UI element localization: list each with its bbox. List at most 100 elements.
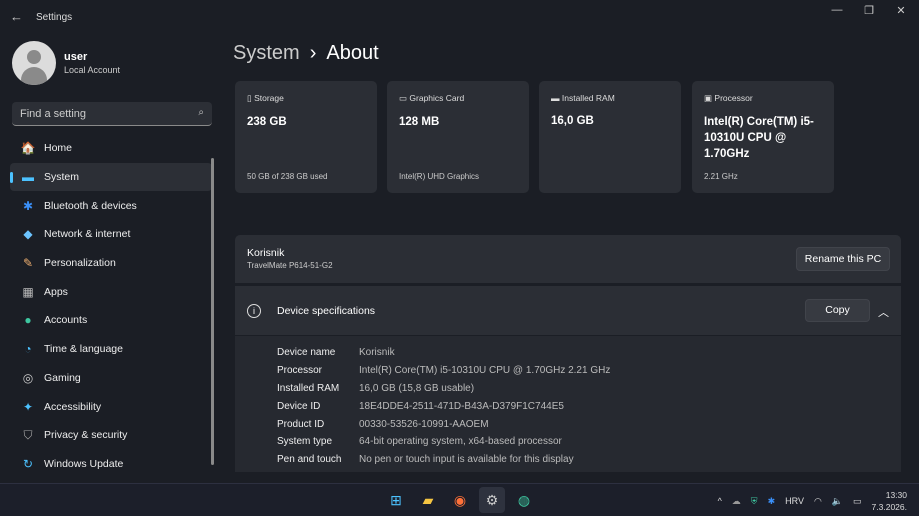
user-profile[interactable]: user Local Account (12, 41, 120, 85)
card-value: Intel(R) Core(TM) i5-10310U CPU @ 1.70GH… (704, 116, 814, 160)
spec-row-pen-and-touch: Pen and touch No pen or touch input is av… (277, 451, 901, 469)
restore-button[interactable]: ❐ (854, 4, 884, 17)
wifi-icon[interactable]: ◠ (814, 496, 822, 507)
windows-update-icon: ↻ (22, 456, 34, 471)
sidebar-item-accessibility[interactable]: ✦ Accessibility (10, 392, 212, 421)
spec-row-processor: Processor Intel(R) Core(TM) i5-10310U CPU… (277, 362, 901, 380)
accounts-icon: ● (24, 313, 32, 328)
defender-icon[interactable]: ⛨ (751, 496, 758, 507)
sidebar-item-label: Time & language (44, 343, 123, 356)
spec-card-storage: ▯ Storage 238 GB 50 GB of 238 GB used (235, 81, 377, 193)
spec-key: Pen and touch (277, 454, 342, 466)
sidebar-item-time-language[interactable]: ◔ Time & language (10, 335, 212, 364)
sidebar-item-label: Windows Update (44, 457, 124, 470)
search-input[interactable]: Find a setting ⌕ (12, 102, 212, 126)
privacy-security-icon: ⛉ (23, 427, 33, 442)
spec-row-system-type: System type 64-bit operating system, x64-… (277, 433, 901, 451)
language-indicator[interactable]: HRV (785, 496, 804, 506)
user-name: user (64, 51, 88, 63)
info-icon: i (247, 303, 261, 318)
card-value: 16,0 GB (551, 115, 594, 127)
spec-key: System type (277, 436, 333, 448)
sidebar-nav: 🏠 Home ▬ System ✱ Bluetooth & devices ◆ Network… (10, 134, 212, 478)
sidebar-item-label: Accounts (44, 314, 88, 327)
sidebar-item-bluetooth-devices[interactable]: ✱ Bluetooth & devices (10, 191, 212, 220)
system-tray: ^ ☁ ⛨ ✱ HRV ◠ 🔈 ▭ 13:30 7.3.2026. (718, 489, 907, 513)
sidebar-item-label: Bluetooth & devices (44, 199, 137, 212)
close-button[interactable]: ✕ (886, 4, 916, 17)
taskbar-settings-icon[interactable]: ⚙ (479, 487, 505, 513)
pc-name: Korisnik (247, 247, 285, 259)
minimize-button[interactable]: — (822, 4, 852, 16)
taskbar-start-icon[interactable]: ⊞ (383, 487, 409, 513)
sidebar-item-label: Gaming (44, 371, 81, 384)
card-label: Processor (714, 93, 753, 103)
sidebar-item-personalization[interactable]: ✎ Personalization (10, 249, 212, 278)
sidebar-item-apps[interactable]: ▦ Apps (10, 277, 212, 306)
network-internet-icon: ◆ (23, 227, 33, 242)
spec-row-installed-ram: Installed RAM 16,0 GB (15,8 GB usable) (277, 380, 901, 398)
clock[interactable]: 13:30 7.3.2026. (872, 489, 907, 513)
spec-value: No pen or touch input is available for t… (359, 454, 574, 466)
search-placeholder: Find a setting (20, 108, 87, 120)
sidebar-item-accounts[interactable]: ● Accounts (10, 306, 212, 335)
pc-model: TravelMate P614-51-G2 (247, 261, 333, 270)
taskbar: ⊞ ▰ ◉ ⚙ ◍ ^ ☁ ⛨ ✱ HRV ◠ 🔈 ▭ 13:30 7.3.2026. (0, 483, 919, 516)
back-button[interactable]: ← (10, 9, 23, 24)
device-specifications-header[interactable]: i Device specifications (235, 286, 901, 335)
volume-icon[interactable]: 🔈 (832, 496, 843, 507)
sidebar-item-label: Privacy & security (44, 429, 128, 442)
taskbar-edge-icon[interactable]: ◍ (511, 487, 537, 513)
spec-value: 16,0 GB (15,8 GB usable) (359, 382, 475, 394)
spec-row-product-id: Product ID 00330-53526-10991-AAOEM (277, 415, 901, 433)
sidebar-item-network-internet[interactable]: ◆ Network & internet (10, 220, 212, 249)
search-icon[interactable]: ⌕ (198, 107, 204, 118)
device-specifications-list: Device name Korisnik Processor Intel(R) Cor… (235, 336, 901, 472)
spec-row-device-name: Device name Korisnik (277, 344, 901, 362)
processor-icon: ▣ (704, 93, 713, 103)
spec-key: Installed RAM (277, 382, 340, 394)
card-label: Storage (254, 93, 284, 103)
chevron-up-icon[interactable]: ︿ (878, 304, 889, 320)
graphics-card-icon: ▭ (399, 93, 408, 103)
spec-value: Intel(R) Core(TM) i5-10310U CPU @ 1.70GH… (359, 365, 611, 377)
title-bar: ← Settings — ❐ ✕ (0, 0, 919, 34)
breadcrumb-separator: › (309, 42, 317, 64)
rename-pc-button[interactable]: Rename this PC (796, 247, 890, 271)
spec-value: 00330-53526-10991-AAOEM (359, 418, 489, 430)
sidebar-item-label: Personalization (44, 257, 116, 270)
personalization-icon: ✎ (22, 256, 34, 271)
onedrive-icon[interactable]: ☁ (732, 496, 741, 507)
show-hidden-icons-chevron[interactable]: ^ (718, 496, 722, 506)
sidebar-item-label: Network & internet (44, 228, 131, 241)
sidebar-item-label: Home (44, 142, 73, 155)
account-type: Local Account (64, 65, 121, 75)
sidebar-item-label: System (44, 171, 80, 184)
breadcrumb-system[interactable]: System (233, 42, 300, 65)
spec-row-device-id: Device ID 18E4DDE4-2511-471D-B43A-D379F1C… (277, 397, 901, 415)
taskbar-firefox-icon[interactable]: ◉ (447, 487, 473, 513)
spec-card-processor: ▣ Processor Intel(R) Core(TM) i5-10310U C… (692, 81, 834, 193)
accessibility-icon: ✦ (22, 399, 34, 414)
spec-key: Product ID (277, 418, 325, 430)
taskbar-file-explorer-icon[interactable]: ▰ (415, 487, 441, 513)
home-icon: 🏠 (20, 141, 36, 156)
sidebar-item-gaming[interactable]: ◎ Gaming (10, 364, 212, 393)
sidebar-item-label: Accessibility (44, 400, 102, 413)
sidebar-item-windows-update[interactable]: ↻ Windows Update (10, 450, 212, 479)
sidebar-scrollbar[interactable] (211, 158, 214, 465)
sidebar-item-privacy-security[interactable]: ⛉ Privacy & security (10, 421, 212, 450)
time-language-icon: ◔ (24, 342, 32, 357)
card-value: 238 GB (247, 116, 287, 128)
bluetooth-icon[interactable]: ✱ (768, 496, 776, 507)
sidebar-item-home[interactable]: 🏠 Home (10, 134, 212, 163)
bluetooth-devices-icon: ✱ (22, 198, 34, 213)
clock-date: 7.3.2026. (871, 502, 907, 512)
sidebar-item-label: Apps (44, 285, 68, 298)
sidebar-item-system[interactable]: ▬ System (10, 162, 212, 192)
spec-card-graphics-card: ▭ Graphics Card 128 MB Intel(R) UHD Graphi… (387, 81, 529, 193)
copy-button[interactable]: Copy (805, 299, 870, 322)
battery-icon[interactable]: ▭ (853, 496, 862, 507)
spec-value: 18E4DDE4-2511-471D-B43A-D379F1C744E5 (359, 400, 564, 412)
spec-value: Korisnik (359, 347, 395, 359)
